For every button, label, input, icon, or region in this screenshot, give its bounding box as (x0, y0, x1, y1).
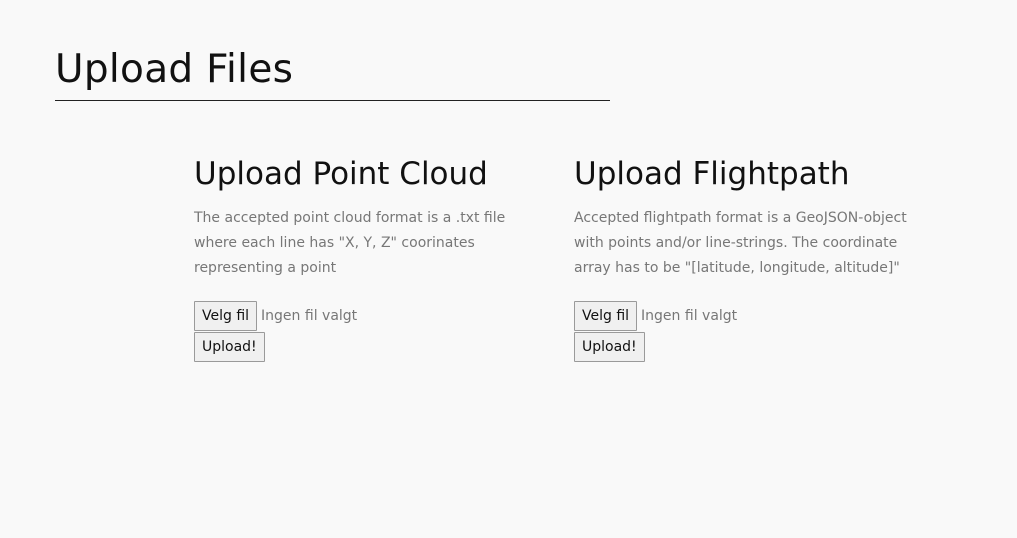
point-cloud-upload-button[interactable]: Upload! (194, 332, 265, 362)
flightpath-upload-panel: Upload Flightpath Accepted flightpath fo… (574, 150, 919, 362)
flightpath-choose-file-button[interactable]: Velg fil (574, 301, 638, 331)
upload-page: Upload Files Upload Point Cloud The acce… (0, 0, 1017, 538)
flightpath-file-status: Ingen fil valgt (641, 308, 738, 324)
flightpath-file-input: Velg fil Ingen fil valgt (574, 301, 919, 331)
page-title: Upload Files (55, 47, 294, 92)
point-cloud-file-input: Velg fil Ingen fil valgt (194, 301, 539, 331)
title-divider (55, 100, 610, 101)
flightpath-upload-button[interactable]: Upload! (574, 332, 645, 362)
flightpath-description: Accepted flightpath format is a GeoJSON-… (574, 210, 907, 276)
point-cloud-choose-file-button[interactable]: Velg fil (194, 301, 258, 331)
point-cloud-file-status: Ingen fil valgt (261, 308, 358, 324)
point-cloud-upload-panel: Upload Point Cloud The accepted point cl… (194, 150, 539, 362)
point-cloud-description: The accepted point cloud format is a .tx… (194, 210, 506, 276)
flightpath-heading: Upload Flightpath (574, 156, 850, 192)
point-cloud-heading: Upload Point Cloud (194, 156, 488, 192)
